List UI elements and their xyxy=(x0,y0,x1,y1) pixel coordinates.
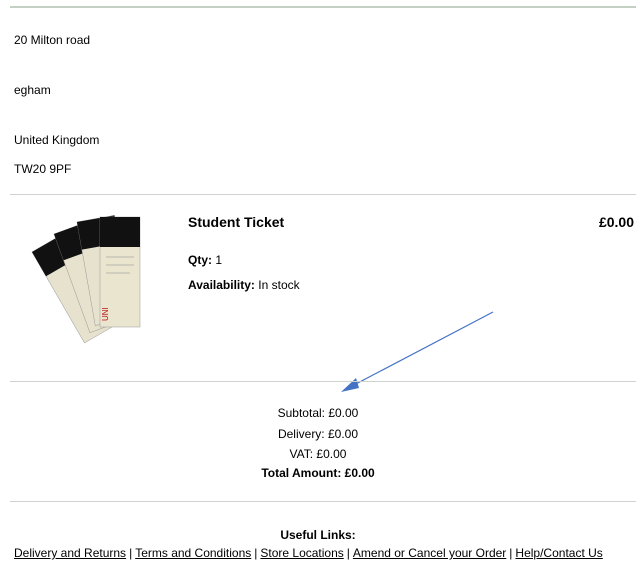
product-availability: Availability: In stock xyxy=(188,278,300,292)
address-line-2: egham xyxy=(14,83,51,97)
availability-label: Availability: xyxy=(188,278,255,292)
address-divider xyxy=(10,194,636,195)
link-help-contact[interactable]: Help/Contact Us xyxy=(515,546,602,560)
link-separator: | xyxy=(509,546,513,560)
link-terms-conditions[interactable]: Terms and Conditions xyxy=(135,546,251,560)
link-delivery-returns[interactable]: Delivery and Returns xyxy=(14,546,126,560)
useful-links-title: Useful Links: xyxy=(280,528,356,542)
product-qty: Qty: 1 xyxy=(188,253,222,267)
total-amount: Total Amount: £0.00 xyxy=(261,466,375,480)
delivery-total: Delivery: £0.00 xyxy=(277,427,359,441)
ticket-image: UNI xyxy=(31,215,141,344)
qty-label: Qty: xyxy=(188,253,212,267)
subtotal: Subtotal: £0.00 xyxy=(277,406,359,420)
link-separator: | xyxy=(254,546,258,560)
qty-value: 1 xyxy=(215,253,223,267)
link-separator: | xyxy=(346,546,350,560)
address-line-1: 20 Milton road xyxy=(14,33,91,47)
product-divider xyxy=(10,381,636,382)
availability-value: In stock xyxy=(258,278,300,292)
product-price: £0.00 xyxy=(598,214,634,230)
product-title: Student Ticket xyxy=(188,214,285,230)
link-amend-cancel-order[interactable]: Amend or Cancel your Order xyxy=(353,546,506,560)
address-country: United Kingdom xyxy=(14,133,100,147)
ticket-logo: UNI xyxy=(101,307,110,321)
useful-links: Delivery and Returns | Terms and Condition… xyxy=(14,546,603,560)
vat-total: VAT: £0.00 xyxy=(289,447,347,461)
link-store-locations[interactable]: Store Locations xyxy=(260,546,343,560)
link-separator: | xyxy=(129,546,133,560)
top-divider xyxy=(10,6,636,8)
totals-divider xyxy=(10,501,636,502)
address-postcode: TW20 9PF xyxy=(14,162,72,176)
